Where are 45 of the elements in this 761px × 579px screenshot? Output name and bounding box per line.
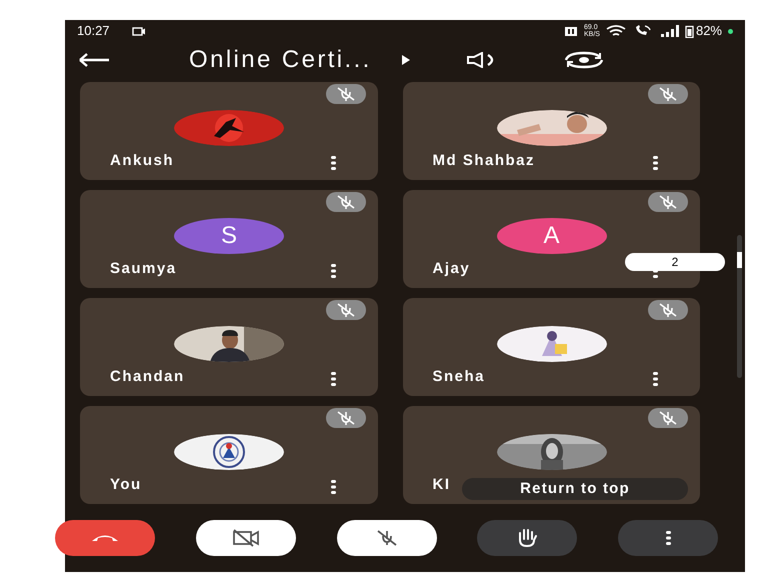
page-number-tooltip: 2 bbox=[625, 253, 725, 271]
scrollbar-thumb[interactable] bbox=[737, 252, 742, 268]
participant-name: KI bbox=[432, 474, 450, 494]
camera-off-icon bbox=[230, 529, 261, 547]
mic-toggle-button[interactable] bbox=[336, 520, 436, 556]
participant-name: Ankush bbox=[110, 150, 174, 170]
back-arrow-icon[interactable] bbox=[77, 52, 111, 68]
participant-tile[interactable]: Chandan bbox=[80, 298, 378, 396]
hand-icon bbox=[516, 528, 538, 548]
participant-tile[interactable]: Sneha bbox=[402, 298, 700, 396]
participant-name: Chandan bbox=[110, 366, 185, 386]
participant-name: Saumya bbox=[110, 258, 177, 278]
status-time: 10:27 bbox=[77, 22, 110, 40]
play-triangle-icon[interactable] bbox=[402, 55, 410, 65]
end-call-button[interactable] bbox=[55, 520, 155, 556]
more-options-icon[interactable] bbox=[330, 372, 336, 386]
nfc-icon bbox=[564, 26, 578, 36]
avatar-letter: A bbox=[543, 221, 560, 251]
participant-tile[interactable]: Ankush bbox=[80, 82, 378, 180]
avatar-letter: S bbox=[220, 221, 237, 251]
more-options-icon[interactable] bbox=[653, 156, 658, 170]
camera-toggle-button[interactable] bbox=[196, 520, 296, 556]
more-options-icon[interactable] bbox=[330, 480, 336, 494]
participant-tile[interactable]: You bbox=[80, 406, 378, 504]
call-icon bbox=[634, 25, 652, 37]
more-options-icon bbox=[666, 531, 670, 545]
participant-tile[interactable]: S Saumya bbox=[80, 190, 378, 288]
hang-up-icon bbox=[90, 533, 120, 543]
more-options-icon[interactable] bbox=[330, 156, 336, 170]
meeting-title[interactable]: Online Certi... bbox=[189, 42, 372, 78]
wifi-icon bbox=[606, 25, 626, 37]
participant-name: Md Shahbaz bbox=[432, 150, 536, 170]
charging-dot-icon bbox=[728, 28, 733, 34]
more-options-icon[interactable] bbox=[653, 372, 658, 386]
participant-name: You bbox=[110, 474, 142, 494]
participant-name: Ajay bbox=[432, 258, 470, 278]
return-to-top-button[interactable]: Return to top bbox=[462, 478, 688, 500]
participant-tile[interactable]: Md Shahbaz bbox=[402, 82, 700, 180]
signal-icon bbox=[660, 25, 682, 37]
camera-icon bbox=[132, 26, 146, 36]
battery-icon bbox=[684, 24, 694, 38]
more-options-icon[interactable] bbox=[330, 264, 336, 278]
raise-hand-button[interactable] bbox=[477, 520, 578, 556]
battery-percent: 82% bbox=[696, 22, 722, 40]
participant-name: Sneha bbox=[432, 366, 486, 386]
